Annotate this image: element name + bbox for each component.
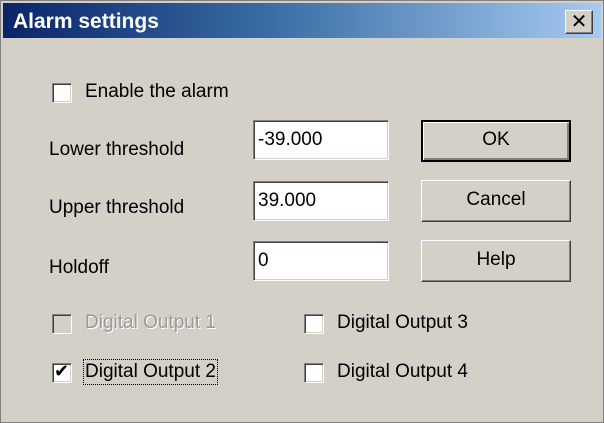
digital-output-1-label: Digital Output 1	[85, 312, 216, 333]
digital-output-2-label[interactable]: Digital Output 2	[83, 359, 218, 385]
digital-output-1-checkbox[interactable]	[52, 314, 72, 334]
alarm-settings-dialog: Alarm settings ✕ Enable the alarm Lower …	[0, 0, 604, 423]
enable-alarm-label[interactable]: Enable the alarm	[85, 81, 229, 103]
digital-output-3-checkbox[interactable]	[304, 314, 324, 334]
holdoff-input[interactable]	[253, 241, 389, 281]
holdoff-label: Holdoff	[49, 257, 109, 278]
ok-button[interactable]: OK	[421, 120, 571, 162]
digital-output-2-checkbox[interactable]: ✔	[52, 361, 72, 383]
close-button[interactable]: ✕	[565, 9, 593, 34]
lower-threshold-input[interactable]	[253, 120, 389, 160]
digital-output-4-checkbox[interactable]	[304, 363, 324, 383]
enable-alarm-checkbox[interactable]	[52, 83, 72, 103]
upper-threshold-input[interactable]	[253, 181, 389, 221]
upper-threshold-label: Upper threshold	[49, 197, 185, 218]
lower-threshold-label: Lower threshold	[49, 139, 185, 160]
window-title: Alarm settings	[13, 10, 159, 33]
digital-output-3-label[interactable]: Digital Output 3	[337, 312, 468, 334]
checkmark-icon: ✔	[54, 361, 70, 382]
close-icon: ✕	[570, 9, 588, 33]
title-bar[interactable]: Alarm settings ✕	[3, 3, 601, 38]
help-button[interactable]: Help	[421, 240, 571, 282]
cancel-button[interactable]: Cancel	[421, 180, 571, 222]
digital-output-4-label[interactable]: Digital Output 4	[337, 361, 468, 383]
